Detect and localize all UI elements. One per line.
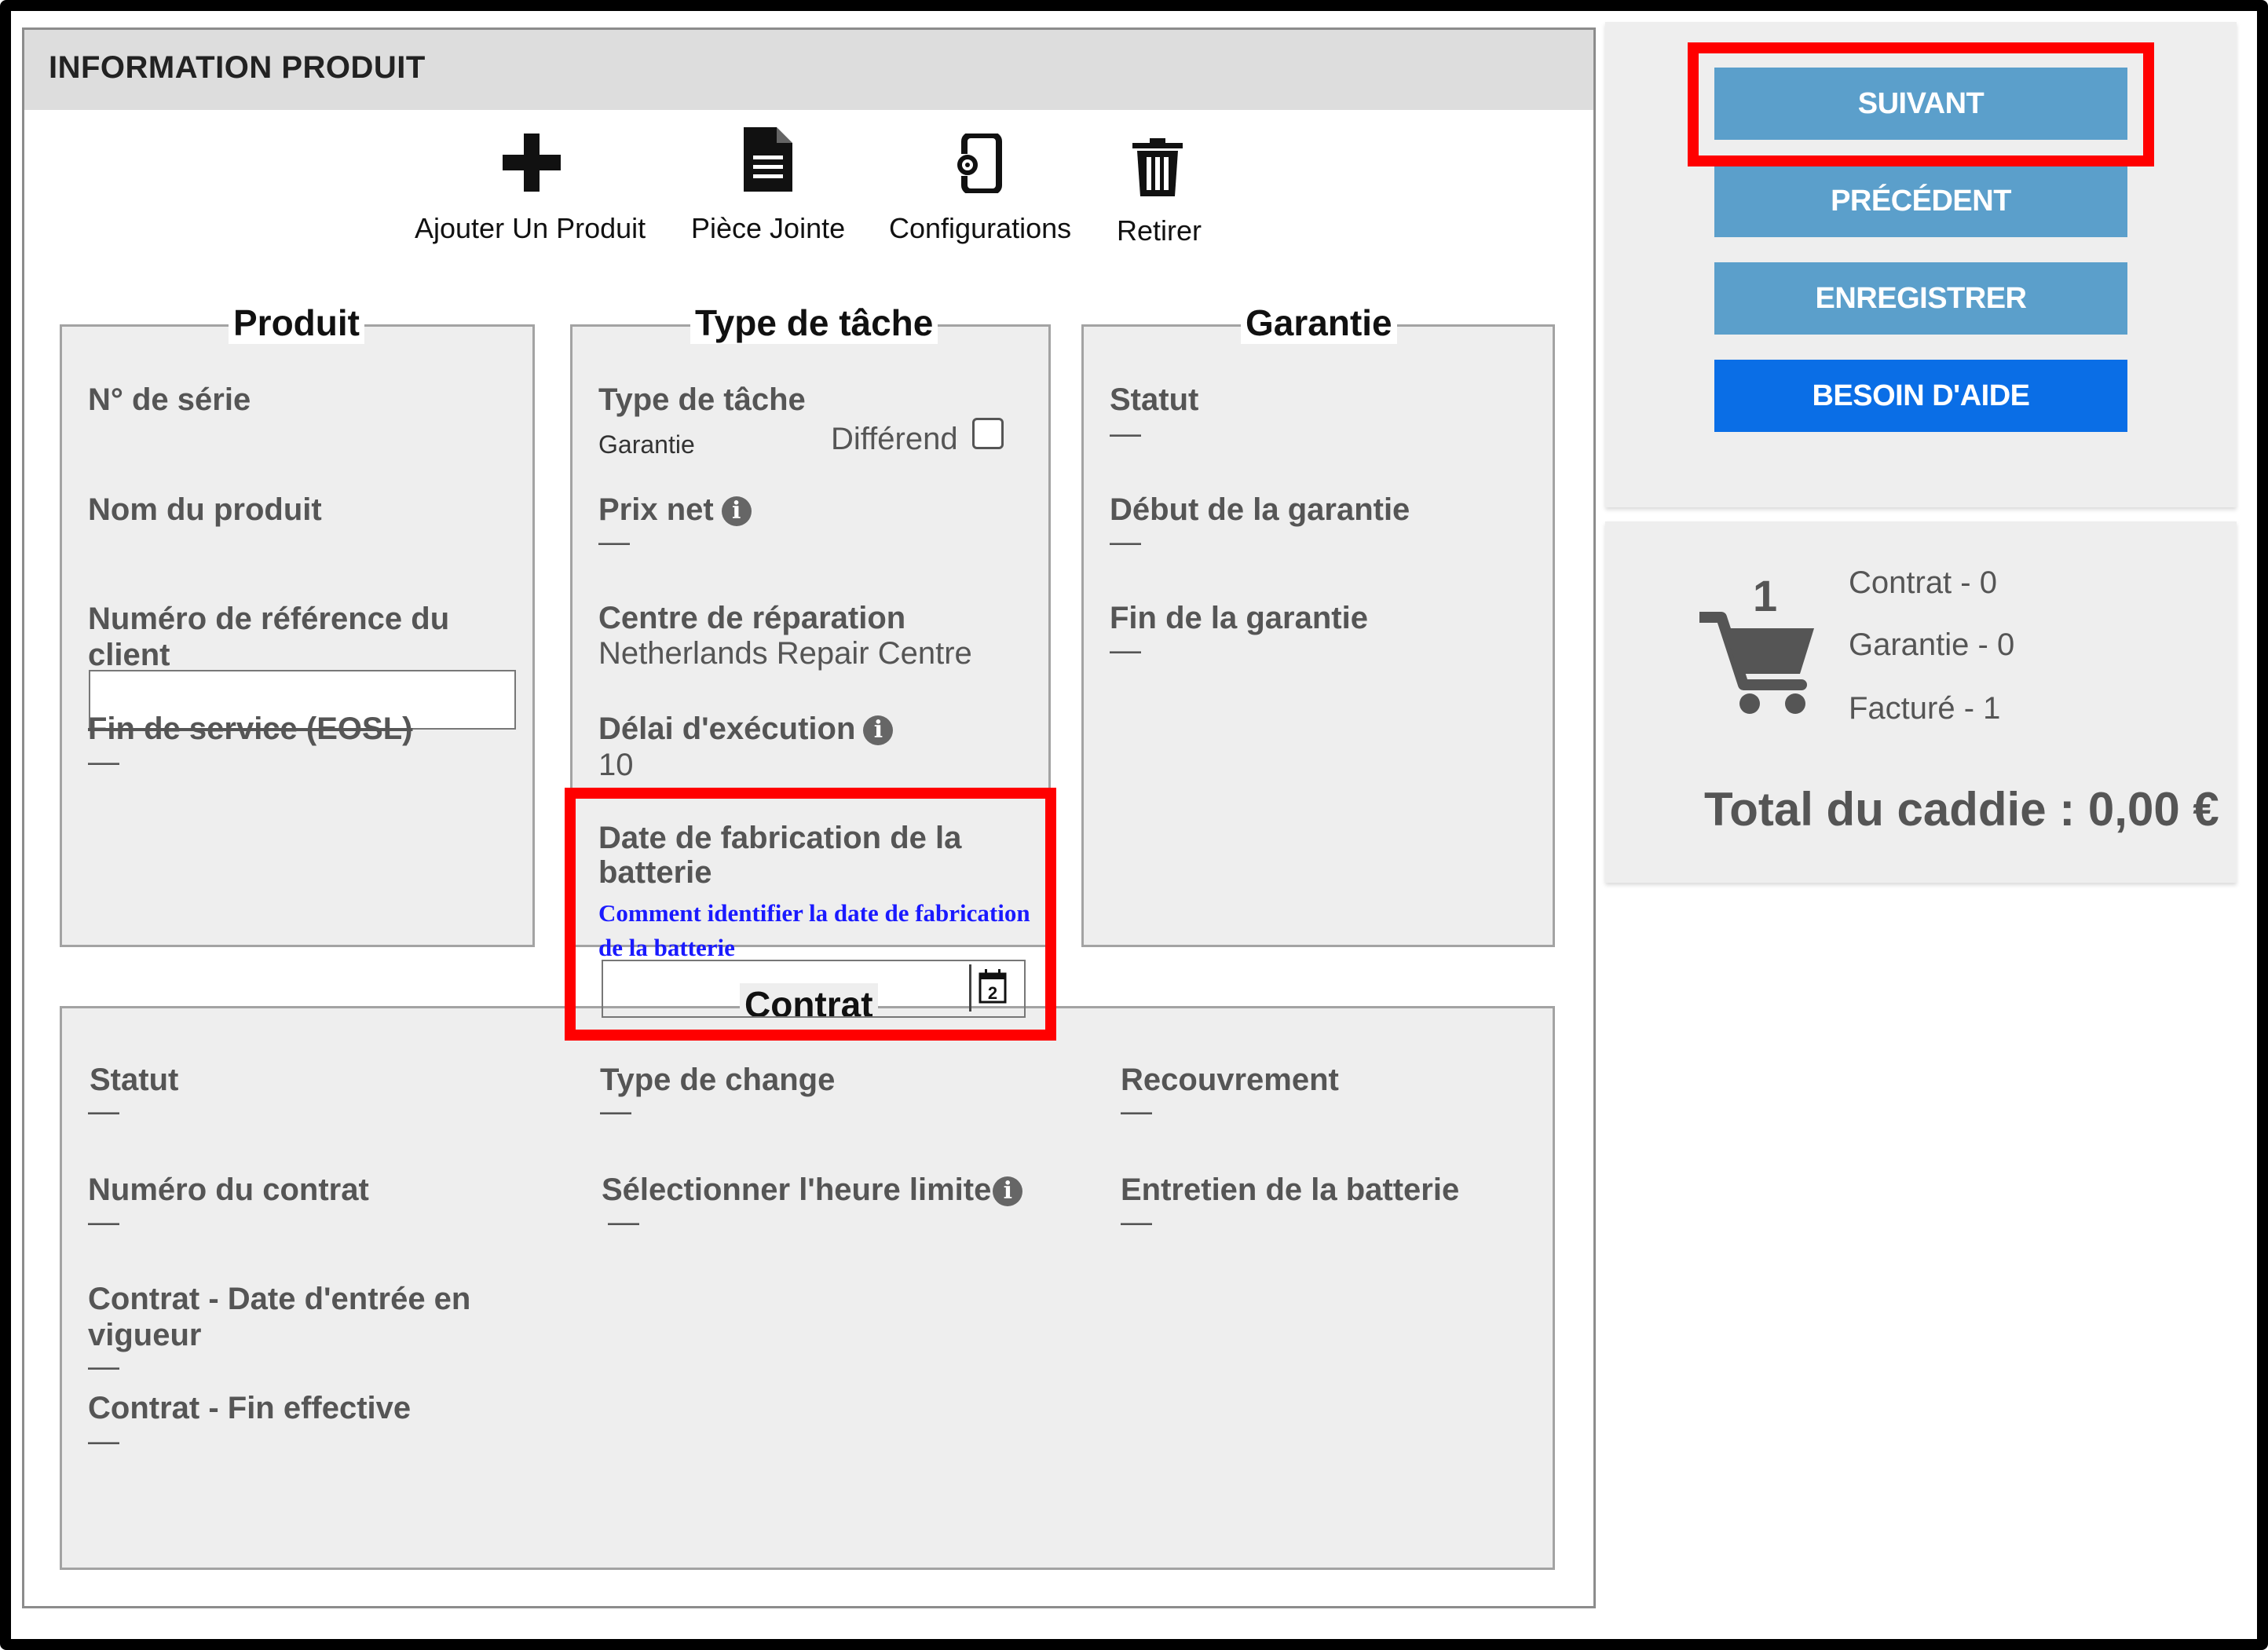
contract-end-label: Contrat - Fin effective — [88, 1391, 412, 1425]
shopping-cart-icon[interactable] — [1699, 609, 1817, 716]
serial-label: N° de série — [88, 382, 251, 417]
recovery-value: — — [1121, 1094, 1152, 1129]
cutoff-time-label-text: Sélectionner l'heure limite — [602, 1173, 992, 1207]
contract-number-value: — — [88, 1205, 119, 1239]
eosl-label: Fin de service (EOSL) — [88, 712, 413, 746]
contract-entry-date-value: — — [88, 1349, 119, 1384]
contract-status-label: Statut — [90, 1063, 179, 1097]
net-price-value: — — [598, 525, 630, 559]
configurations-button[interactable]: Configurations — [886, 126, 1082, 251]
plus-icon — [503, 134, 561, 192]
contract-entry-date-label: Contrat - Date d'entrée en vigueur — [88, 1282, 471, 1352]
repair-centre-label: Centre de réparation — [598, 601, 906, 635]
device-config-icon — [957, 134, 1002, 193]
eosl-value: — — [88, 745, 119, 779]
task-type-value: Garantie — [598, 430, 695, 459]
produit-legend: Produit — [229, 302, 364, 344]
dispute-label: Différend — [831, 422, 958, 456]
lead-time-label-text: Délai d'exécution — [598, 712, 856, 746]
highlight-battery-date — [565, 788, 1056, 1041]
exchange-type-value: — — [600, 1094, 631, 1129]
net-price-label-text: Prix net — [598, 492, 714, 527]
help-button[interactable]: BESOIN D'AIDE — [1714, 360, 2127, 432]
document-icon — [744, 127, 792, 192]
previous-button[interactable]: PRÉCÉDENT — [1714, 165, 2127, 237]
recovery-label: Recouvrement — [1121, 1063, 1339, 1097]
contract-end-value: — — [88, 1424, 119, 1458]
cart-warranty-count: Garantie - 0 — [1849, 627, 2015, 662]
warranty-start-value: — — [1110, 525, 1141, 559]
contract-status-value: — — [88, 1094, 119, 1129]
info-icon[interactable]: i — [993, 1176, 1023, 1207]
contract-number-label: Numéro du contrat — [88, 1173, 369, 1207]
lead-time-label: Délai d'exécution i — [598, 712, 894, 747]
attachment-button[interactable]: Pièce Jointe — [682, 126, 854, 251]
configurations-label: Configurations — [889, 212, 1072, 244]
cart-total: Total du caddie : 0,00 € — [1704, 783, 2219, 836]
trash-icon — [1132, 138, 1183, 196]
add-product-button[interactable]: Ajouter Un Produit — [408, 126, 660, 251]
task-type-legend: Type de tâche — [690, 302, 938, 344]
cutoff-time-value: — — [608, 1205, 639, 1239]
panel-title: INFORMATION PRODUIT — [49, 50, 426, 85]
warranty-end-value: — — [1110, 633, 1141, 668]
highlight-next-button — [1688, 42, 2154, 166]
lead-time-value: 10 — [598, 748, 634, 782]
save-button[interactable]: ENREGISTRER — [1714, 262, 2127, 335]
cart-contract-count: Contrat - 0 — [1849, 565, 1997, 600]
info-icon[interactable]: i — [863, 715, 894, 746]
info-icon[interactable]: i — [721, 496, 752, 527]
add-product-label: Ajouter Un Produit — [415, 212, 646, 244]
battery-maintenance-label: Entretien de la batterie — [1121, 1173, 1460, 1207]
product-name-label: Nom du produit — [88, 492, 322, 527]
remove-button[interactable]: Retirer — [1109, 126, 1219, 251]
cart-billed-count: Facturé - 1 — [1849, 691, 2001, 726]
warranty-end-label: Fin de la garantie — [1110, 601, 1368, 635]
warranty-status-value: — — [1110, 416, 1141, 451]
net-price-label: Prix net i — [598, 492, 752, 528]
warranty-legend: Garantie — [1241, 302, 1397, 344]
battery-maintenance-value: — — [1121, 1205, 1152, 1239]
repair-centre-value: Netherlands Repair Centre — [598, 636, 972, 671]
cutoff-time-label: Sélectionner l'heure limite i — [602, 1173, 1023, 1208]
dispute-checkbox[interactable] — [972, 418, 1004, 449]
client-ref-label: Numéro de référence du client — [88, 602, 450, 672]
task-type-label: Type de tâche — [598, 382, 806, 417]
exchange-type-label: Type de change — [600, 1063, 836, 1097]
attachment-label: Pièce Jointe — [691, 212, 846, 244]
warranty-status-label: Statut — [1110, 382, 1199, 417]
warranty-start-label: Début de la garantie — [1110, 492, 1410, 527]
remove-label: Retirer — [1117, 214, 1202, 247]
